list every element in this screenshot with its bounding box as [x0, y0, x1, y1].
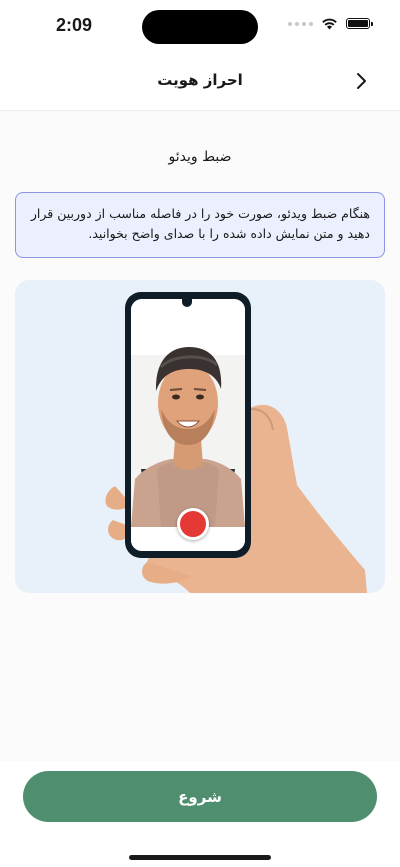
record-button-icon[interactable] [177, 508, 209, 540]
section-title: ضبط ویدئو [168, 149, 232, 165]
battery-icon [346, 18, 373, 29]
nav-bar: احراز هویت [0, 54, 400, 111]
back-button[interactable] [346, 66, 376, 96]
status-bar: 2:09 [0, 0, 400, 54]
page-title: احراز هویت [157, 71, 243, 89]
bottom-bar: شروع [0, 761, 400, 867]
signal-dots-icon [288, 21, 313, 26]
status-icons [288, 17, 373, 30]
instruction-text: هنگام ضبط ویدئو، صورت خود را در فاصله من… [30, 206, 370, 241]
chevron-right-icon [357, 73, 366, 89]
wifi-icon [322, 18, 337, 30]
start-button[interactable]: شروع [23, 771, 377, 822]
instruction-box: هنگام ضبط ویدئو، صورت خود را در فاصله من… [15, 192, 385, 258]
dynamic-island [142, 10, 258, 44]
status-time: 2:09 [56, 15, 93, 35]
home-indicator[interactable] [129, 855, 271, 860]
main-content: ضبط ویدئو هنگام ضبط ویدئو، صورت خود را د… [0, 111, 400, 761]
selfie-video-illustration [15, 280, 385, 593]
